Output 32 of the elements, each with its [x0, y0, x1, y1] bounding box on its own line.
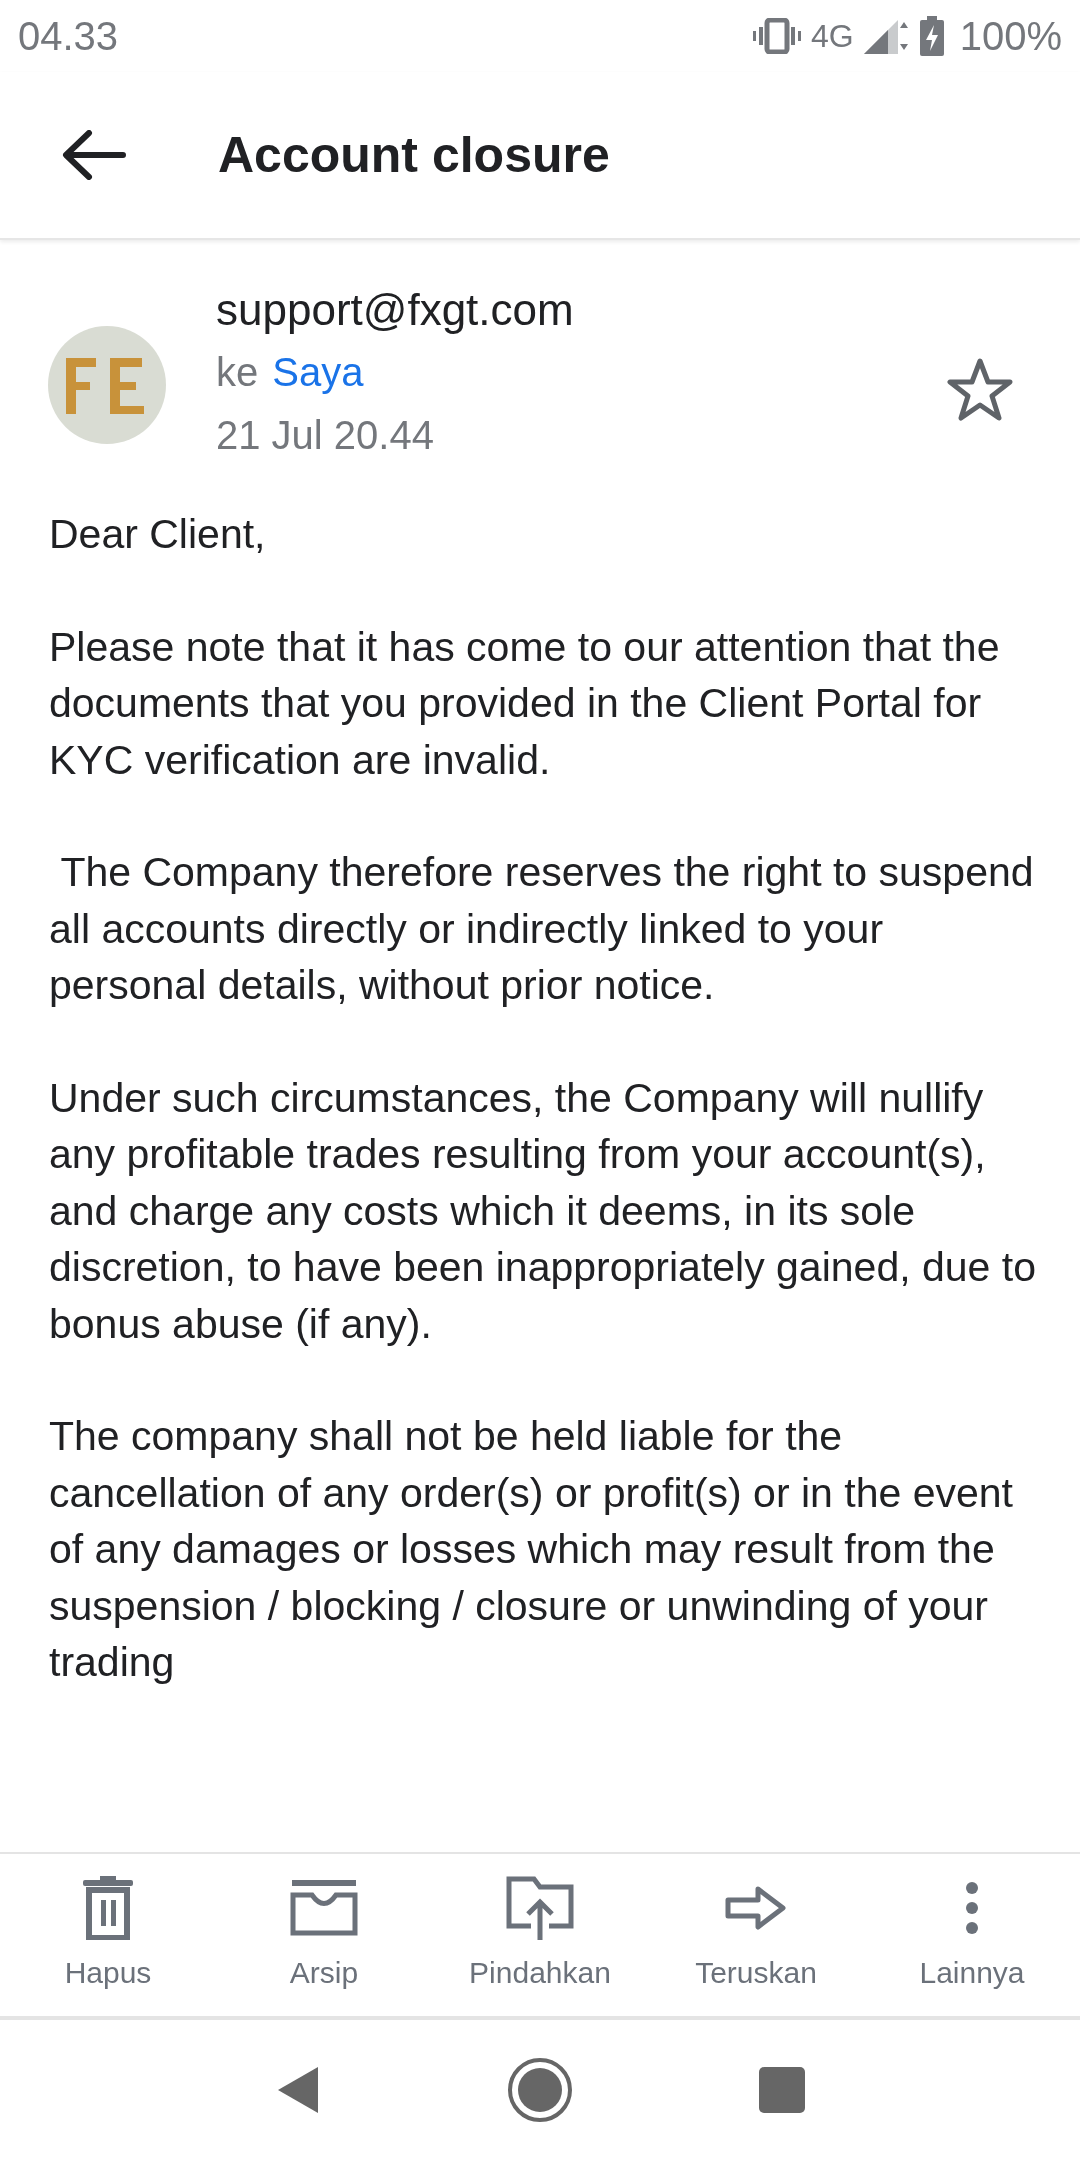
triangle-icon [276, 2065, 321, 2115]
email-subject: Account closure [218, 125, 610, 185]
arrow-right-icon [725, 1884, 787, 1931]
circle-icon [507, 2057, 573, 2123]
folder-upload-icon [506, 1875, 574, 1940]
signal-icon [863, 18, 910, 54]
battery-charging-icon [919, 16, 944, 56]
network-type: 4G [811, 17, 854, 56]
status-time: 04.33 [18, 13, 119, 60]
trash-icon [83, 1875, 133, 1940]
recipient-prefix: ke [216, 349, 259, 396]
back-arrow-icon [61, 130, 127, 180]
email-paragraph: The Company therefore reserves the right to suspend all accounts directly or indirectly linked to your personal details, without prior notice. [49, 848, 1035, 1010]
battery-level: 100% [959, 13, 1062, 60]
recipient-link[interactable]: Saya [272, 340, 364, 404]
sender-email: support@fxgt.com [216, 284, 575, 336]
vibrate-icon [753, 18, 801, 54]
email-paragraph: Under such circumstances, the Company will nullify any profitable trades resulting from your account(s), and charge any costs which it deems, in its sole discretion, to have been inappropriately gained, due to bonus abuse (if any). [49, 1073, 1037, 1349]
square-icon [758, 2067, 805, 2113]
toolbar-button[interactable]: Arsip [216, 1854, 432, 2016]
more-icon [965, 1880, 979, 1935]
toolbar-button[interactable]: Teruskan [648, 1854, 864, 2016]
toolbar-button[interactable]: Lainnya [864, 1854, 1080, 2016]
email-date: 21 Jul 20.44 [216, 412, 435, 459]
email-paragraph: The company shall not be held liable for the cancellation of any order(s) or profit(s) or in the event of any damages or losses which may result from the suspension / blocking / closure or unwinding of your trading [49, 1412, 1014, 1687]
archive-box-icon [290, 1879, 358, 1936]
star-icon [947, 358, 1013, 422]
email-paragraph: Please note that it has come to our attention that the documents that you provided in the Client Portal for KYC verification are invalid. [49, 622, 1001, 785]
toolbar-button[interactable]: Pindahkan [432, 1854, 648, 2016]
toolbar-button[interactable]: Hapus [0, 1854, 216, 2016]
email-paragraph: Dear Client, [49, 510, 267, 559]
nav-home-button[interactable] [505, 2055, 575, 2125]
